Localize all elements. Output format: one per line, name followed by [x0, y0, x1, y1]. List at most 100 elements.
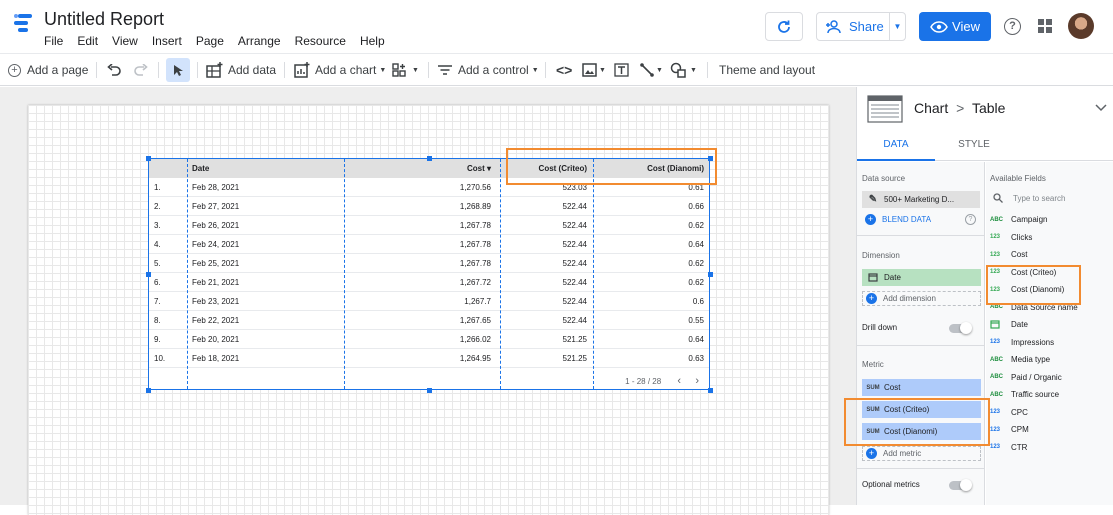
metric-chip-cost[interactable]: SUM Cost	[862, 379, 981, 396]
menu-insert[interactable]: Insert	[152, 34, 182, 48]
table-row[interactable]: 6. Feb 21, 2021 1,267.72 522.44 0.62	[149, 273, 709, 292]
drill-down-toggle[interactable]	[949, 322, 972, 334]
pencil-icon[interactable]: ✎	[862, 194, 884, 205]
number-type-icon: 123	[990, 251, 1001, 258]
field-item[interactable]: 123 Impressions	[990, 334, 1054, 351]
field-item[interactable]: ABC Media type	[990, 351, 1050, 368]
add-data-button[interactable]: Add data	[206, 54, 276, 86]
view-button[interactable]: View	[919, 12, 991, 41]
menu-view[interactable]: View	[112, 34, 138, 48]
metric-agg-tag[interactable]: SUM	[862, 385, 884, 391]
table-row[interactable]: 10. Feb 18, 2021 1,264.95 521.25 0.63	[149, 349, 709, 368]
tab-style[interactable]: STYLE	[935, 131, 1013, 161]
menu-arrange[interactable]: Arrange	[238, 34, 281, 48]
table-row[interactable]: 4. Feb 24, 2021 1,267.78 522.44 0.64	[149, 235, 709, 254]
add-metric-button[interactable]: + Add metric	[862, 446, 981, 461]
menu-file[interactable]: File	[44, 34, 63, 48]
select-tool-button[interactable]	[166, 58, 190, 82]
field-item[interactable]: 123 Cost	[990, 246, 1027, 263]
report-title[interactable]: Untitled Report	[44, 9, 164, 30]
resize-handle[interactable]	[146, 156, 151, 161]
field-item[interactable]: 123 CPC	[990, 404, 1028, 421]
available-fields-column: Available Fields Type to search ABC Campa…	[986, 162, 1113, 505]
field-item[interactable]: 123 CTR	[990, 439, 1027, 456]
image-button[interactable]: ▼	[582, 54, 606, 86]
table-row[interactable]: 5. Feb 25, 2021 1,267.78 522.44 0.62	[149, 254, 709, 273]
add-dimension-button[interactable]: + Add dimension	[862, 291, 981, 306]
table-chart[interactable]: Date Cost ▾ Cost (Criteo) Cost (Dianomi)…	[148, 158, 710, 390]
line-button[interactable]: ▼	[640, 54, 663, 86]
optional-metrics-toggle[interactable]	[949, 479, 972, 491]
menu-edit[interactable]: Edit	[77, 34, 98, 48]
table-row[interactable]: 9. Feb 20, 2021 1,266.02 521.25 0.64	[149, 330, 709, 349]
row-number: 1.	[154, 183, 161, 192]
chevron-down-icon[interactable]	[1095, 104, 1107, 112]
caret-down-icon: ▼	[531, 66, 539, 74]
add-chart-button[interactable]: Add a chart ▼	[294, 54, 386, 86]
cell-date: Feb 28, 2021	[192, 183, 240, 192]
header-cost[interactable]: Cost ▾	[467, 164, 491, 173]
share-dropdown-icon[interactable]: ▼	[889, 13, 905, 40]
prev-page-icon[interactable]: ‹	[677, 375, 681, 387]
blend-data-button[interactable]: + BLEND DATA	[862, 214, 931, 225]
redo-icon	[134, 64, 148, 76]
share-button[interactable]: Share ▼	[816, 12, 906, 41]
resize-handle[interactable]	[708, 272, 713, 277]
menu-help[interactable]: Help	[360, 34, 385, 48]
field-item[interactable]: Date	[990, 316, 1028, 333]
header-date[interactable]: Date	[192, 164, 209, 173]
avatar[interactable]	[1068, 13, 1094, 39]
dimension-chip-date[interactable]: Date	[862, 269, 981, 286]
redo-button[interactable]	[134, 54, 148, 86]
next-page-icon[interactable]: ›	[695, 375, 699, 387]
table-row[interactable]: 2. Feb 27, 2021 1,268.89 522.44 0.66	[149, 197, 709, 216]
refresh-button[interactable]	[765, 12, 803, 41]
community-viz-button[interactable]: ▼	[392, 54, 419, 86]
field-item[interactable]: ABC Traffic source	[990, 386, 1059, 403]
cell-cost-criteo: 522.44	[562, 240, 587, 249]
field-item[interactable]: 123 Clicks	[990, 229, 1032, 246]
field-item[interactable]: 123 CPM	[990, 421, 1029, 438]
text-type-icon: ABC	[990, 391, 1003, 398]
resize-handle[interactable]	[427, 388, 432, 393]
field-item[interactable]: ABC Campaign	[990, 211, 1047, 228]
table-chart-icon	[867, 95, 903, 123]
row-number: 2.	[154, 202, 161, 211]
table-row[interactable]: 8. Feb 22, 2021 1,267.65 522.44 0.55	[149, 311, 709, 330]
help-icon[interactable]: ?	[965, 214, 976, 225]
resize-handle[interactable]	[708, 388, 713, 393]
field-search[interactable]: Type to search	[990, 190, 1110, 206]
menu-resource[interactable]: Resource	[295, 34, 346, 48]
embed-url-icon[interactable]: <>	[556, 54, 572, 86]
resize-handle[interactable]	[146, 388, 151, 393]
tab-data[interactable]: DATA	[857, 131, 935, 161]
data-source-chip[interactable]: ✎ 500+ Marketing D...	[862, 191, 980, 208]
search-input[interactable]: Type to search	[1013, 194, 1065, 203]
menu-page[interactable]: Page	[196, 34, 224, 48]
row-number: 7.	[154, 297, 161, 306]
community-viz-icon	[392, 63, 406, 77]
resize-handle[interactable]	[146, 272, 151, 277]
cell-cost: 1,267.72	[459, 278, 491, 287]
calendar-icon	[862, 272, 884, 284]
add-page-button[interactable]: + Add a page	[8, 54, 88, 86]
cell-cost-criteo: 521.25	[562, 354, 587, 363]
add-page-label: Add a page	[27, 63, 89, 77]
optional-metrics-label: Optional metrics	[862, 480, 920, 489]
metric-name: Cost	[884, 383, 901, 392]
cell-cost-criteo: 522.44	[562, 297, 587, 306]
field-item[interactable]: ABC Paid / Organic	[990, 369, 1062, 386]
text-box-button[interactable]	[614, 54, 629, 86]
add-dimension-label: Add dimension	[883, 294, 936, 303]
shape-button[interactable]: ▼	[670, 54, 697, 86]
resize-handle[interactable]	[427, 156, 432, 161]
theme-layout-button[interactable]: Theme and layout	[719, 54, 815, 86]
apps-grid-icon[interactable]	[1038, 19, 1052, 33]
cell-cost-criteo: 521.25	[562, 335, 587, 344]
table-row[interactable]: 3. Feb 26, 2021 1,267.78 522.44 0.62	[149, 216, 709, 235]
help-icon[interactable]: ?	[1004, 18, 1021, 35]
add-control-button[interactable]: Add a control ▼	[438, 54, 539, 86]
caret-down-icon: ▼	[379, 66, 387, 74]
table-row[interactable]: 7. Feb 23, 2021 1,267.7 522.44 0.6	[149, 292, 709, 311]
undo-button[interactable]	[107, 54, 121, 86]
